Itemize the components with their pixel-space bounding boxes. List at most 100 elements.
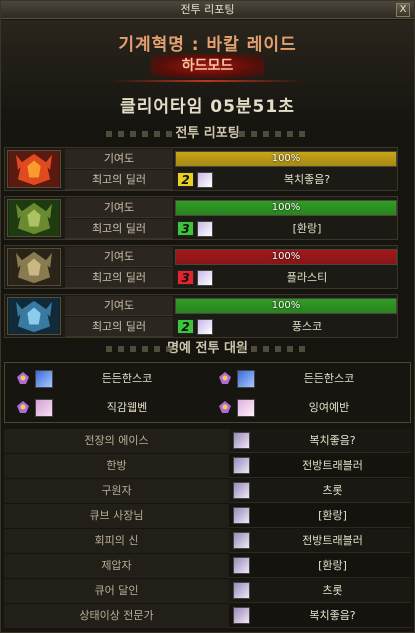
- rank-badge: 2: [177, 172, 194, 187]
- dealer-name: 풍스코: [291, 320, 323, 333]
- award-title: 큐어 달인: [94, 584, 139, 597]
- award-winner: [환랑]: [318, 509, 347, 522]
- avatar: [197, 172, 213, 188]
- contribution-label: 기여도: [65, 149, 173, 169]
- award-title: 구원자: [101, 484, 132, 497]
- top-dealer[interactable]: 2 복치좋음?: [175, 170, 397, 190]
- dealer-name: 플라스티: [286, 271, 328, 284]
- fire-dragon-icon: [7, 150, 61, 188]
- honor-member[interactable]: 든든한스코: [7, 365, 207, 392]
- award-winner: 츠롯: [322, 484, 343, 497]
- medal-icon: [219, 372, 231, 384]
- award-row[interactable]: 큐브 사장님 [환랑]: [4, 504, 411, 528]
- medal-icon: [219, 401, 231, 413]
- contribution-value: 100%: [271, 251, 301, 262]
- honor-members-box: 든든한스코 든든한스코 직감웹벤 잉여예반: [4, 362, 411, 423]
- honor-member-name: 직감웹벤: [106, 401, 148, 414]
- award-row[interactable]: 전장의 에이스 복치좋음?: [4, 429, 411, 453]
- awards-list: 전장의 에이스 복치좋음? 한방 전방트래블러 구원자 츠롯 큐브 사장님 [환…: [4, 429, 411, 630]
- top-dealer[interactable]: 3 [환랑]: [175, 219, 397, 239]
- award-winner: 복치좋음?: [309, 434, 356, 447]
- avatar: [197, 270, 213, 286]
- award-winner: 전방트래블러: [302, 534, 363, 547]
- dealer-name: [환랑]: [292, 222, 322, 235]
- honor-section-header: 명예 전투 대원: [1, 339, 414, 359]
- contribution-value: 100%: [271, 202, 301, 213]
- avatar: [233, 432, 250, 449]
- report-row: 기여도 최고의 딜러 100% 3 플라스티: [4, 245, 398, 289]
- honor-member-name: 든든한스코: [101, 372, 153, 385]
- contribution-bar: 100%: [175, 249, 397, 265]
- top-dealer-label: 최고의 딜러: [65, 170, 173, 190]
- top-dealer[interactable]: 3 플라스티: [175, 268, 397, 288]
- award-row[interactable]: 제압자 [환랑]: [4, 554, 411, 578]
- window-title: 전투 리포팅: [180, 3, 235, 16]
- report-row: 기여도 최고의 딜러 100% 3 [환랑]: [4, 196, 398, 240]
- top-dealer[interactable]: 2 풍스코: [175, 317, 397, 337]
- top-dealer-label: 최고의 딜러: [65, 219, 173, 239]
- medal-icon: [17, 401, 29, 413]
- award-winner: 츠롯: [322, 584, 343, 597]
- award-winner: [환랑]: [318, 559, 347, 572]
- top-dealer-label: 최고의 딜러: [65, 268, 173, 288]
- avatar: [233, 532, 250, 549]
- award-title: 전장의 에이스: [84, 434, 149, 447]
- honor-member[interactable]: 잉여예반: [209, 394, 409, 421]
- award-winner: 전방트래블러: [302, 459, 363, 472]
- avatar: [233, 507, 250, 524]
- avatar: [233, 607, 250, 624]
- ornament-right: [239, 131, 309, 137]
- top-dealer-label: 최고의 딜러: [65, 317, 173, 337]
- ornament-left: [106, 131, 176, 137]
- report-row: 기여도 최고의 딜러 100% 2 풍스코: [4, 294, 398, 338]
- raid-header: 기계혁명 : 바칼 레이드 하드모드 클리어타임 05분51초: [1, 20, 414, 128]
- rank-badge: 3: [177, 270, 194, 285]
- contribution-bar: 100%: [175, 200, 397, 216]
- contribution-label: 기여도: [65, 198, 173, 218]
- award-row[interactable]: 회피의 신 전방트래블러: [4, 529, 411, 553]
- dealer-name: 복치좋음?: [283, 173, 331, 186]
- avatar: [197, 221, 213, 237]
- avatar: [233, 457, 250, 474]
- honor-member[interactable]: 든든한스코: [209, 365, 409, 392]
- honor-section-title: 명예 전투 대원: [167, 341, 248, 356]
- mode-divider: [111, 80, 304, 82]
- dark-dragon-icon: [7, 248, 61, 286]
- award-title: 한방: [106, 459, 127, 472]
- avatar: [233, 582, 250, 599]
- avatar: [237, 370, 255, 388]
- award-winner: 복치좋음?: [309, 609, 356, 622]
- honor-member-name: 잉여예반: [308, 401, 350, 414]
- raid-name: 기계혁명 : 바칼 레이드: [118, 35, 297, 55]
- award-title: 제압자: [101, 559, 132, 572]
- award-row[interactable]: 큐어 달인 츠롯: [4, 579, 411, 603]
- contribution-bar: 100%: [175, 298, 397, 314]
- ice-dragon-icon: [7, 297, 61, 335]
- contribution-value: 100%: [271, 300, 301, 311]
- honor-member[interactable]: 직감웹벤: [7, 394, 207, 421]
- mode-banner: 하드모드: [151, 54, 264, 78]
- title-bar: 전투 리포팅 X: [1, 1, 414, 19]
- battle-report-window: 전투 리포팅 X 기계혁명 : 바칼 레이드 하드모드 클리어타임 05분51초…: [0, 0, 415, 633]
- contribution-label: 기여도: [65, 247, 173, 267]
- avatar: [35, 399, 53, 417]
- report-row: 기여도 최고의 딜러 100% 2 복치좋음?: [4, 147, 398, 191]
- avatar: [237, 399, 255, 417]
- contribution-bar: 100%: [175, 151, 397, 167]
- close-button[interactable]: X: [396, 3, 410, 17]
- award-row[interactable]: 구원자 츠롯: [4, 479, 411, 503]
- contribution-label: 기여도: [65, 296, 173, 316]
- rank-badge: 2: [177, 319, 194, 334]
- earth-dragon-icon: [7, 199, 61, 237]
- ornament-right: [239, 346, 309, 352]
- award-title: 상태이상 전문가: [79, 609, 154, 622]
- honor-member-name: 든든한스코: [303, 372, 355, 385]
- award-row[interactable]: 한방 전방트래블러: [4, 454, 411, 478]
- avatar: [35, 370, 53, 388]
- clear-time: 클리어타임 05분51초: [120, 97, 295, 117]
- report-section-header: 전투 리포팅: [1, 124, 414, 144]
- avatar: [233, 557, 250, 574]
- award-title: 회피의 신: [94, 534, 139, 547]
- report-section-title: 전투 리포팅: [175, 126, 240, 141]
- award-row[interactable]: 상태이상 전문가 복치좋음?: [4, 604, 411, 628]
